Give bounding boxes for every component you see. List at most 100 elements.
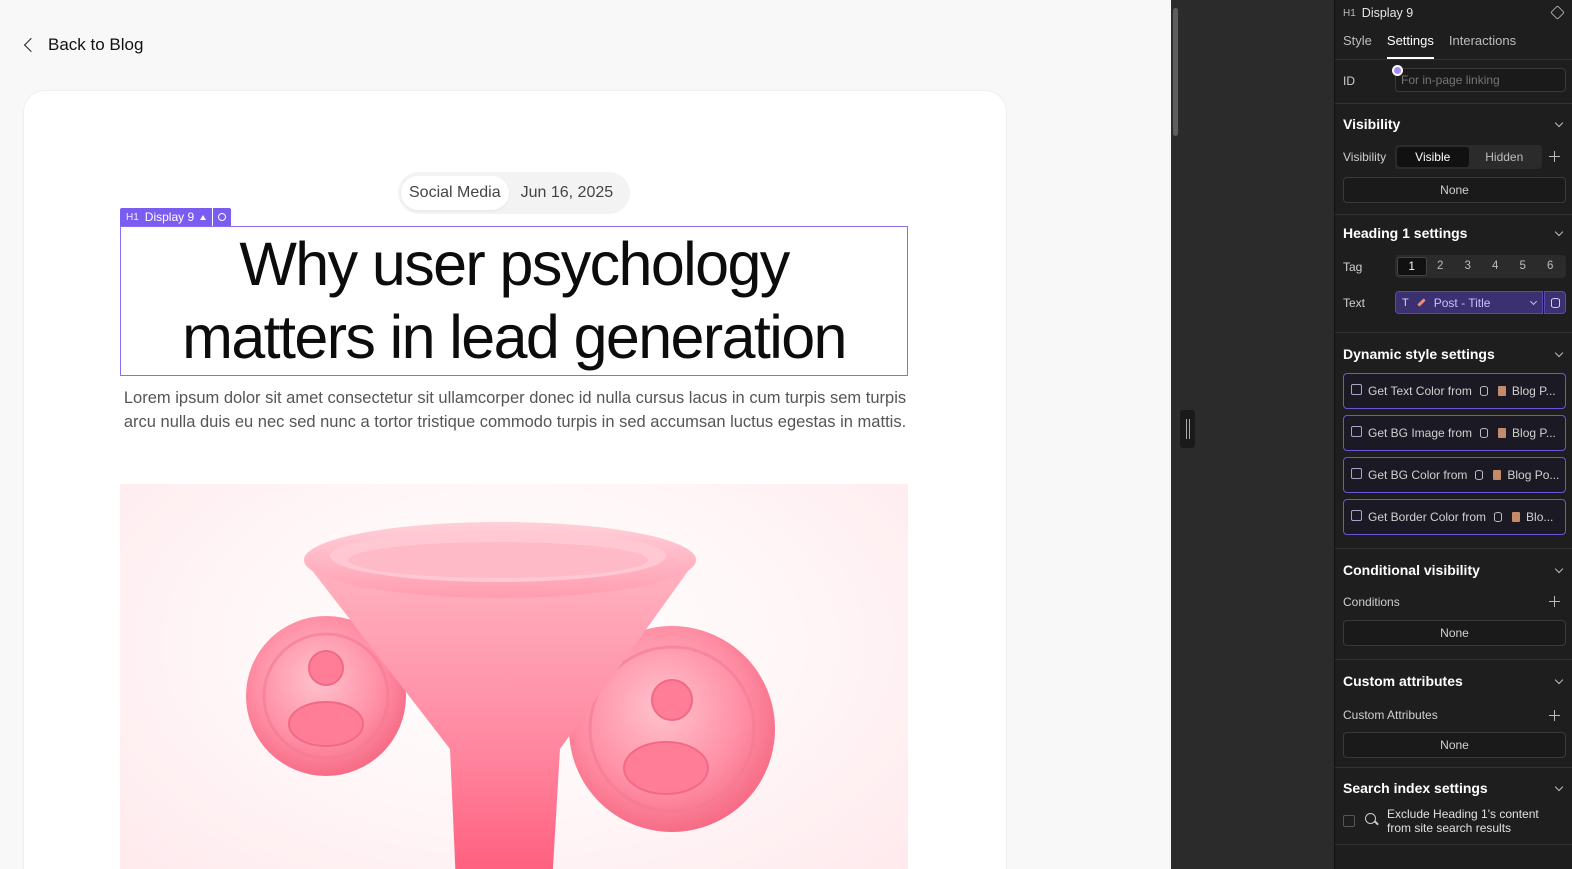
dynamic-border-color-item[interactable]: Get Border Color from Blo... <box>1343 499 1566 535</box>
custom-attributes-label: Custom Attributes <box>1343 708 1438 722</box>
post-title-line-2: matters in lead generation <box>182 303 847 371</box>
visibility-hidden-option[interactable]: Hidden <box>1469 147 1541 167</box>
dynamic-border-color-checkbox[interactable] <box>1351 509 1362 521</box>
design-canvas[interactable]: Back to Blog Social Media Jun 16, 2025 H… <box>0 0 1171 869</box>
heading-tag-3[interactable]: 3 <box>1454 257 1482 276</box>
custom-attributes-none-box[interactable]: None <box>1343 732 1566 758</box>
dynamic-text-color-label: Get Text Color from <box>1368 384 1472 398</box>
selection-label-name[interactable]: H1 Display 9 <box>120 208 213 226</box>
text-label: Text <box>1343 296 1366 310</box>
exclude-search-line-2: from site search results <box>1387 821 1512 835</box>
visibility-none-box[interactable]: None <box>1343 177 1566 203</box>
add-attribute-plus-icon[interactable] <box>1549 710 1560 721</box>
settings-panel: H1 Display 9 Style Settings Interactions… <box>1334 0 1572 869</box>
chevron-down-icon <box>1529 297 1538 305</box>
dynamic-style-title[interactable]: Dynamic style settings <box>1343 346 1495 362</box>
canvas-scrollbar-thumb[interactable] <box>1173 8 1178 136</box>
selection-element-name: Display 9 <box>144 210 195 224</box>
heading-tag-2[interactable]: 2 <box>1427 257 1455 276</box>
visibility-section-title[interactable]: Visibility <box>1343 116 1400 132</box>
dynamic-bg-color-source: Blog Po... <box>1507 468 1560 482</box>
exclude-search-checkbox[interactable] <box>1343 815 1355 827</box>
conditional-divider <box>1335 659 1572 660</box>
canvas-gutter <box>1180 0 1334 869</box>
dynamic-text-color-checkbox[interactable] <box>1351 383 1362 395</box>
post-meta[interactable]: Social Media Jun 16, 2025 <box>398 172 631 214</box>
post-title[interactable]: Why user psychology matters in lead gene… <box>182 228 847 374</box>
select-parent-icon[interactable] <box>200 214 207 220</box>
tab-settings[interactable]: Settings <box>1386 33 1434 59</box>
heading-tag-6[interactable]: 6 <box>1537 257 1565 276</box>
dynamic-divider <box>1335 548 1572 549</box>
cube-icon[interactable] <box>1550 5 1565 20</box>
text-binding-dropdown[interactable]: T Post - Title <box>1395 291 1543 314</box>
dynamic-bg-image-checkbox[interactable] <box>1351 425 1362 437</box>
post-excerpt[interactable]: Lorem ipsum dolor sit amet consectetur s… <box>120 386 910 434</box>
id-input[interactable] <box>1395 68 1566 92</box>
attributes-divider <box>1335 767 1572 768</box>
tab-interactions[interactable]: Interactions <box>1449 33 1516 59</box>
post-title-heading-selected[interactable]: Why user psychology matters in lead gene… <box>120 226 908 376</box>
database-icon <box>1479 386 1488 396</box>
conditional-visibility-chevron-icon[interactable] <box>1554 564 1564 574</box>
text-binding-value: Post - Title <box>1433 295 1491 310</box>
visibility-label: Visibility <box>1343 150 1387 164</box>
canvas-scrollbar[interactable] <box>1171 0 1180 869</box>
exclude-search-option[interactable]: Exclude Heading 1's content from site se… <box>1343 807 1568 835</box>
panel-resize-handle[interactable] <box>1180 410 1195 448</box>
dynamic-bg-color-item[interactable]: Get BG Color from Blog Po... <box>1343 457 1566 493</box>
heading-tag-selector: 1 2 3 4 5 6 <box>1395 255 1566 278</box>
collection-icon <box>1497 386 1506 396</box>
pencil-icon <box>1416 298 1426 307</box>
add-condition-plus-icon[interactable] <box>1549 596 1560 607</box>
panel-header-tag: H1 <box>1343 7 1356 19</box>
heading-settings-title[interactable]: Heading 1 settings <box>1343 225 1467 241</box>
element-settings-gear-icon[interactable] <box>213 208 232 226</box>
panel-header-title: Display 9 <box>1361 6 1414 20</box>
panel-header: H1 Display 9 <box>1343 4 1413 22</box>
dynamic-text-color-source: Blog P... <box>1511 384 1556 398</box>
heading-tag-4[interactable]: 4 <box>1482 257 1510 276</box>
visibility-divider <box>1335 214 1572 215</box>
dynamic-bg-color-checkbox[interactable] <box>1351 467 1362 479</box>
exclude-search-line-1: Exclude Heading 1's content <box>1387 807 1539 821</box>
conditions-none-box[interactable]: None <box>1343 620 1566 646</box>
conditional-visibility-title[interactable]: Conditional visibility <box>1343 562 1480 578</box>
back-to-blog-label: Back to Blog <box>48 35 144 54</box>
search-divider <box>1335 844 1572 845</box>
heading-settings-chevron-icon[interactable] <box>1554 227 1564 237</box>
panel-tabs: Style Settings Interactions <box>1343 33 1516 59</box>
search-index-chevron-icon[interactable] <box>1554 782 1564 792</box>
dynamic-bg-color-label: Get BG Color from <box>1368 468 1468 482</box>
custom-attributes-title[interactable]: Custom attributes <box>1343 673 1463 689</box>
tab-style[interactable]: Style <box>1343 33 1372 59</box>
post-date[interactable]: Jun 16, 2025 <box>509 184 628 202</box>
post-category-badge[interactable]: Social Media <box>401 176 509 210</box>
heading-divider <box>1335 332 1572 333</box>
id-label: ID <box>1343 74 1355 88</box>
back-to-blog-link[interactable]: Back to Blog <box>22 35 143 55</box>
conditions-label: Conditions <box>1343 595 1400 609</box>
search-index-title[interactable]: Search index settings <box>1343 780 1488 796</box>
tag-label: Tag <box>1343 260 1363 274</box>
visibility-visible-option[interactable]: Visible <box>1397 147 1469 167</box>
heading-tag-5[interactable]: 5 <box>1509 257 1537 276</box>
collection-icon <box>1512 512 1521 522</box>
dynamic-bg-image-item[interactable]: Get BG Image from Blog P... <box>1343 415 1566 451</box>
dynamic-bg-image-source: Blog P... <box>1512 426 1556 440</box>
add-visibility-plus-icon[interactable] <box>1549 151 1560 162</box>
database-binding-button[interactable] <box>1544 291 1566 314</box>
tabs-divider <box>1335 59 1572 60</box>
selection-label[interactable]: H1 Display 9 <box>120 208 232 226</box>
heading-tag-1[interactable]: 1 <box>1397 257 1427 276</box>
custom-attributes-chevron-icon[interactable] <box>1554 675 1564 685</box>
exclude-search-text: Exclude Heading 1's content from site se… <box>1387 807 1539 835</box>
visibility-chevron-icon[interactable] <box>1554 118 1564 128</box>
dynamic-text-color-item[interactable]: Get Text Color from Blog P... <box>1343 373 1566 409</box>
chevron-left-icon <box>23 37 39 53</box>
post-hero-image[interactable] <box>120 484 908 869</box>
collection-icon <box>1498 428 1507 438</box>
dynamic-border-color-label: Get Border Color from <box>1368 510 1487 524</box>
dynamic-style-chevron-icon[interactable] <box>1554 348 1564 358</box>
dynamic-border-color-source: Blo... <box>1526 510 1554 524</box>
